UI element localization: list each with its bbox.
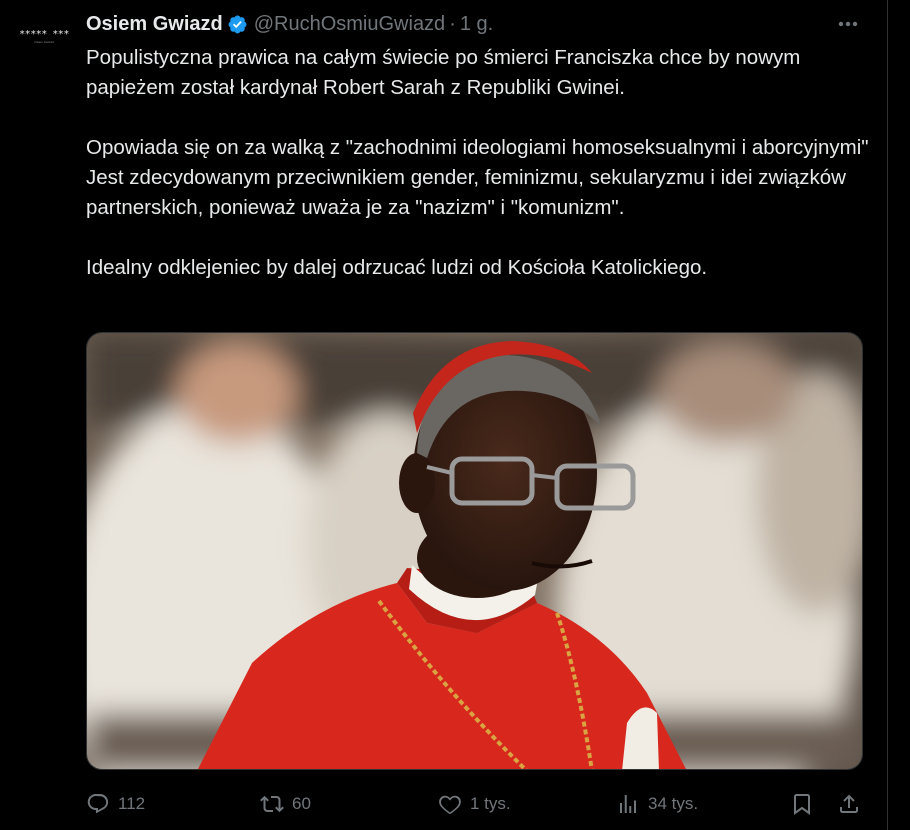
author-name[interactable]: Osiem Gwiazd bbox=[86, 13, 223, 36]
views-count: 34 tys. bbox=[648, 794, 699, 813]
verified-badge-icon[interactable] bbox=[227, 14, 248, 35]
reply-count: 112 bbox=[118, 794, 146, 813]
author-handle[interactable]: @RuchOsmiuGwiazd bbox=[254, 13, 445, 36]
post-paragraph-1: Populistyczna prawica na całym świecie p… bbox=[86, 46, 801, 99]
post-text: Populistyczna prawica na całym świecie p… bbox=[86, 43, 876, 283]
avatar[interactable]: ***** *** Osiem Gwiazd bbox=[16, 30, 72, 52]
avatar-stars: ***** *** bbox=[19, 29, 69, 40]
post-header: Osiem Gwiazd @RuchOsmiuGwiazd · 1 g. bbox=[86, 11, 493, 37]
post-actions: 112 60 1 tys. 34 tys. bbox=[86, 788, 866, 820]
like-count: 1 tys. bbox=[470, 794, 511, 813]
repost-icon bbox=[260, 795, 284, 813]
post-paragraph-2: Opowiada się on za walką z "zachodnimi i… bbox=[86, 136, 869, 219]
post-time[interactable]: 1 g. bbox=[460, 13, 493, 36]
views-button[interactable]: 34 tys. bbox=[616, 788, 698, 820]
heart-icon bbox=[439, 795, 461, 815]
post-paragraph-3: Idealny odklejeniec by dalej odrzucać lu… bbox=[86, 256, 708, 279]
repost-button[interactable]: 60 bbox=[260, 788, 311, 820]
more-options-icon[interactable] bbox=[834, 14, 862, 34]
bookmark-button[interactable] bbox=[790, 788, 822, 820]
separator-dot: · bbox=[449, 12, 456, 35]
bookmark-icon bbox=[794, 794, 810, 815]
share-button[interactable] bbox=[837, 788, 869, 820]
column-divider bbox=[887, 0, 888, 830]
like-button[interactable]: 1 tys. bbox=[438, 788, 511, 820]
views-icon bbox=[620, 795, 636, 813]
reply-button[interactable]: 112 bbox=[86, 788, 145, 820]
avatar-subtitle: Osiem Gwiazd bbox=[34, 40, 54, 44]
repost-count: 60 bbox=[292, 794, 311, 813]
post-image[interactable] bbox=[86, 332, 863, 770]
share-icon bbox=[840, 794, 858, 813]
reply-icon bbox=[87, 794, 109, 814]
